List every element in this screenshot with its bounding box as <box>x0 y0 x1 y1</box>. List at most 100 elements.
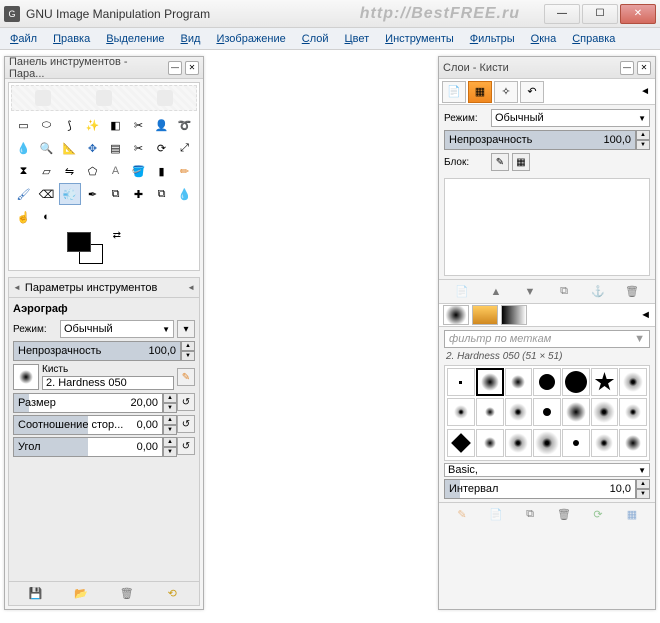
delete-brush-button[interactable]: 🗑 <box>555 506 573 524</box>
tab-channels[interactable]: ▦ <box>468 81 492 103</box>
tool-ellipse-select[interactable]: ⬭ <box>36 114 58 136</box>
aspect-reset-button[interactable]: ↺ <box>177 415 195 433</box>
brush-preset-select[interactable]: Basic,▼ <box>444 463 650 477</box>
brush-item[interactable] <box>619 429 647 457</box>
new-brush-button[interactable]: 📄 <box>487 506 505 524</box>
tool-paintbrush[interactable]: 🖌 <box>13 183 35 205</box>
minimize-button[interactable]: — <box>544 4 580 24</box>
size-slider[interactable]: Размер20,00 <box>13 393 163 413</box>
spacing-spinner[interactable]: ▲▼ <box>636 479 650 499</box>
color-swatches[interactable]: ⇄ <box>67 232 115 268</box>
tool-perspective-clone[interactable]: ⧉ <box>151 183 173 205</box>
menu-edit[interactable]: Правка <box>47 31 96 47</box>
brush-edit-button[interactable]: ✎ <box>177 368 195 386</box>
menu-layer[interactable]: Слой <box>296 31 335 47</box>
save-preset-icon[interactable]: 💾 <box>27 585 45 603</box>
tool-perspective[interactable]: ▱ <box>36 160 58 182</box>
spacing-slider[interactable]: Интервал10,0 <box>444 479 636 499</box>
refresh-brushes-button[interactable]: ⟳ <box>589 506 607 524</box>
anchor-layer-button[interactable]: ⚓ <box>589 283 607 301</box>
brush-item[interactable] <box>476 398 504 426</box>
brush-item[interactable] <box>447 368 475 396</box>
duplicate-layer-button[interactable]: ⧉ <box>555 283 573 301</box>
minimize-layers-button[interactable]: — <box>620 61 634 75</box>
menu-tools[interactable]: Инструменты <box>379 31 460 47</box>
close-button[interactable]: ✕ <box>620 4 656 24</box>
tool-rotate[interactable]: ⟳ <box>151 137 173 159</box>
tool-paths[interactable]: ➰ <box>174 114 196 136</box>
aspect-spinner[interactable]: ▲▼ <box>163 415 177 435</box>
tool-move[interactable]: ✥ <box>82 137 104 159</box>
brush-item[interactable] <box>505 429 533 457</box>
tool-bucket-fill[interactable]: 🪣 <box>128 160 150 182</box>
tool-text[interactable]: A <box>105 160 127 182</box>
maximize-button[interactable]: ☐ <box>582 4 618 24</box>
brush-tab-menu-icon[interactable]: ◄ <box>640 309 651 321</box>
edit-brush-button[interactable]: ✎ <box>453 506 471 524</box>
brush-preview[interactable] <box>13 364 39 390</box>
mode-select[interactable]: Обычный▼ <box>60 320 174 338</box>
tab-menu-icon[interactable]: ◄ <box>638 84 652 99</box>
menu-select[interactable]: Выделение <box>100 31 170 47</box>
brush-item[interactable] <box>476 368 504 396</box>
tool-pencil[interactable]: ✏ <box>174 160 196 182</box>
tool-airbrush[interactable]: 💨 <box>59 183 81 205</box>
size-reset-button[interactable]: ↺ <box>177 393 195 411</box>
layer-mode-select[interactable]: Обычный▼ <box>491 109 650 127</box>
tool-scale[interactable]: ⤢ <box>174 137 196 159</box>
tool-by-color-select[interactable]: ◧ <box>105 114 127 136</box>
menu-filters[interactable]: Фильтры <box>464 31 521 47</box>
delete-layer-button[interactable]: 🗑 <box>623 283 641 301</box>
canvas-area[interactable] <box>208 58 422 228</box>
tab-undo[interactable]: ↶ <box>520 81 544 103</box>
brush-name-field[interactable]: 2. Hardness 050 <box>42 376 174 390</box>
brush-item[interactable] <box>533 368 561 396</box>
brush-item[interactable] <box>619 398 647 426</box>
menu-image[interactable]: Изображение <box>210 31 291 47</box>
tool-rect-select[interactable]: ▭ <box>13 114 35 136</box>
brush-item[interactable] <box>562 368 590 396</box>
aspect-slider[interactable]: Соотношение стор...0,00 <box>13 415 163 435</box>
image-drop-zone[interactable] <box>11 85 197 111</box>
menu-windows[interactable]: Окна <box>525 31 563 47</box>
menu-help[interactable]: Справка <box>566 31 621 47</box>
toolbox-header[interactable]: Панель инструментов - Пара... — ✕ <box>5 57 203 79</box>
brush-item[interactable] <box>533 429 561 457</box>
tab-brushes[interactable] <box>443 305 469 325</box>
tool-clone[interactable]: ⧉ <box>105 183 127 205</box>
lock-pixels-button[interactable]: ✎ <box>491 153 509 171</box>
tool-eraser[interactable]: ⌫ <box>36 183 58 205</box>
brush-item[interactable] <box>591 429 619 457</box>
options-menu-icon[interactable]: ◄ <box>187 283 195 292</box>
angle-spinner[interactable]: ▲▼ <box>163 437 177 457</box>
opacity-spinner[interactable]: ▲▼ <box>181 341 195 361</box>
tool-scissors[interactable]: ✂ <box>128 114 150 136</box>
swap-colors-icon[interactable]: ⇄ <box>113 230 121 241</box>
new-layer-button[interactable]: 📄 <box>453 283 471 301</box>
brush-item[interactable] <box>562 429 590 457</box>
close-panel-button[interactable]: ✕ <box>185 61 199 75</box>
collapse-icon[interactable]: ◄ <box>13 283 21 292</box>
brush-item[interactable] <box>591 368 619 396</box>
tool-measure[interactable]: 📐 <box>59 137 81 159</box>
brush-item[interactable] <box>591 398 619 426</box>
tab-gradients[interactable] <box>501 305 527 325</box>
tool-blend[interactable]: ▮ <box>151 160 173 182</box>
lock-alpha-button[interactable]: ▦ <box>512 153 530 171</box>
lower-layer-button[interactable]: ▼ <box>521 283 539 301</box>
open-brush-as-image-button[interactable]: ▦ <box>623 506 641 524</box>
tool-cage[interactable]: ⬠ <box>82 160 104 182</box>
brush-item[interactable] <box>562 398 590 426</box>
brush-item[interactable] <box>619 368 647 396</box>
layer-opacity-slider[interactable]: Непрозрачность100,0 <box>444 130 636 150</box>
menu-file[interactable]: Файл <box>4 31 43 47</box>
menu-view[interactable]: Вид <box>175 31 207 47</box>
tool-fuzzy-select[interactable]: ✨ <box>82 114 104 136</box>
layer-opacity-spinner[interactable]: ▲▼ <box>636 130 650 150</box>
fg-color[interactable] <box>67 232 91 252</box>
tool-align[interactable]: ▤ <box>105 137 127 159</box>
tool-dodge[interactable]: ◐ <box>36 206 58 228</box>
tool-crop[interactable]: ✂ <box>128 137 150 159</box>
delete-preset-icon[interactable]: 🗑 <box>118 585 136 603</box>
duplicate-brush-button[interactable]: ⧉ <box>521 506 539 524</box>
